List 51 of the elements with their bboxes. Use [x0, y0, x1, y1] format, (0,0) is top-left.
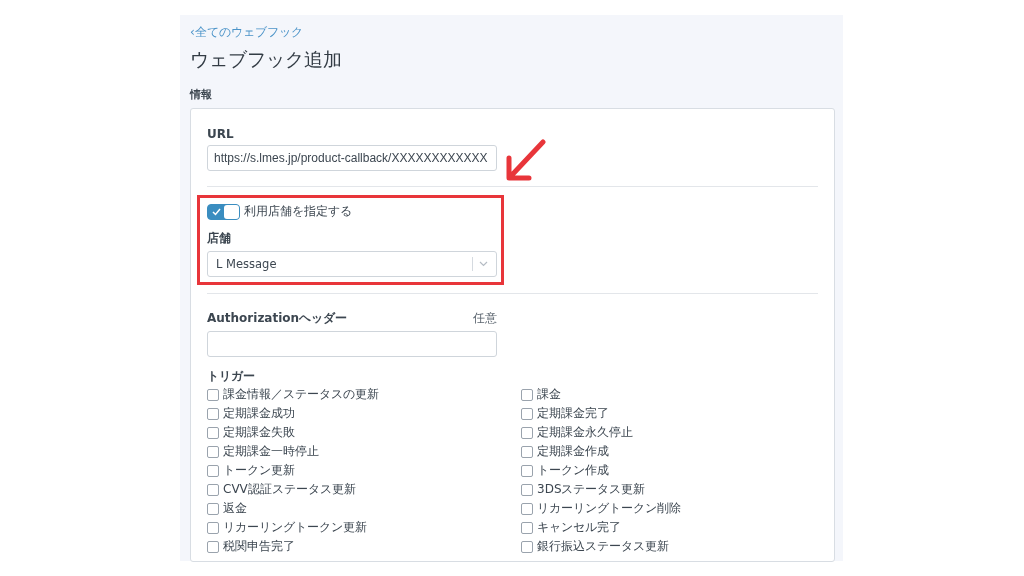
toggle-label: 利用店舗を指定する — [244, 203, 352, 220]
checkbox-label: 返金 — [223, 500, 247, 517]
checkbox-label: キャンセル完了 — [537, 519, 621, 536]
checkbox-label: 課金 — [537, 386, 561, 403]
optional-note: 任意 — [473, 310, 497, 327]
checkbox[interactable] — [521, 540, 533, 553]
toggle-switch[interactable] — [207, 203, 240, 220]
checkbox[interactable] — [521, 388, 533, 401]
checkbox[interactable] — [207, 502, 219, 515]
checkbox-label: トークン更新 — [223, 462, 295, 479]
checkbox[interactable] — [207, 407, 219, 420]
checkbox[interactable] — [521, 445, 533, 458]
checkbox[interactable] — [521, 521, 533, 534]
checkbox-label: 定期課金永久停止 — [537, 424, 633, 441]
field-label: URL — [207, 127, 235, 141]
checkbox-label: 定期課金成功 — [223, 405, 295, 422]
checkbox[interactable] — [207, 540, 219, 553]
page-title: ウェブフック追加 — [190, 47, 343, 72]
authorization-field[interactable] — [207, 331, 497, 357]
checkbox[interactable] — [207, 521, 219, 534]
checkbox-label: 定期課金一時停止 — [223, 443, 319, 460]
checkbox[interactable] — [521, 407, 533, 420]
checkbox[interactable] — [207, 464, 219, 477]
checkbox-label: 定期課金完了 — [537, 405, 609, 422]
checkbox[interactable] — [521, 502, 533, 515]
checkbox-label: 3DSステータス更新 — [537, 481, 646, 498]
checkbox[interactable] — [207, 426, 219, 439]
field-label: トリガー — [207, 368, 256, 385]
checkbox[interactable] — [521, 426, 533, 439]
check-icon — [212, 207, 221, 216]
field-label: Authorizationヘッダー — [207, 310, 348, 327]
checkbox-label: 税関申告完了 — [223, 538, 295, 555]
checkbox-label: リカーリングトークン更新 — [223, 519, 367, 536]
checkbox[interactable] — [521, 464, 533, 477]
checkbox[interactable] — [207, 388, 219, 401]
checkbox-label: トークン作成 — [537, 462, 609, 479]
checkbox[interactable] — [207, 445, 219, 458]
checkbox-label: 銀行振込ステータス更新 — [537, 538, 669, 555]
checkbox[interactable] — [521, 483, 533, 496]
chevron-down-icon — [479, 261, 488, 267]
url-field[interactable]: https://s.lmes.jp/product-callback/XXXXXXXXXXXX — [207, 145, 497, 171]
checkbox[interactable] — [207, 483, 219, 496]
checkbox-label: 定期課金作成 — [537, 443, 609, 460]
checkbox-label: 課金情報／ステータスの更新 — [223, 386, 379, 403]
checkbox-label: 定期課金失敗 — [223, 424, 295, 441]
checkbox-label: リカーリングトークン削除 — [537, 500, 681, 517]
section-label: 情報 — [190, 87, 213, 102]
field-label: 店舗 — [207, 230, 232, 247]
store-select[interactable]: L Message — [207, 251, 497, 277]
checkbox-label: CVV認証ステータス更新 — [223, 481, 356, 498]
arrow-annotation — [505, 138, 547, 182]
